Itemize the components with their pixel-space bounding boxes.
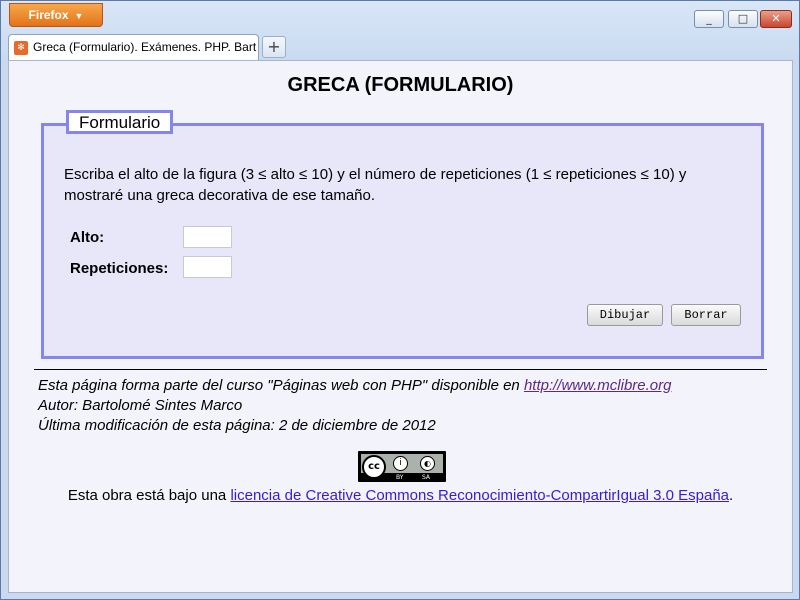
- license-link[interactable]: licencia de Creative Commons Reconocimie…: [230, 487, 729, 504]
- draw-button[interactable]: Dibujar: [587, 304, 663, 326]
- license-notice: Esta obra está bajo una licencia de Crea…: [9, 487, 792, 504]
- plus-icon: +: [267, 37, 281, 56]
- fieldset-legend: Formulario: [66, 110, 174, 134]
- course-info: Esta página forma parte del curso "Págin…: [38, 377, 671, 394]
- favicon-icon: ✻: [14, 41, 28, 55]
- repeticiones-input[interactable]: [183, 256, 232, 278]
- form-instructions: Escriba el alto de la figura (3 ≤ alto ≤…: [64, 166, 687, 204]
- cc-icon: cc: [362, 455, 386, 479]
- close-icon: ✕: [771, 12, 781, 25]
- new-tab-button[interactable]: +: [262, 36, 286, 58]
- reset-button[interactable]: Borrar: [671, 304, 741, 326]
- maximize-button[interactable]: □: [728, 10, 758, 28]
- alto-label: Alto:: [70, 229, 105, 246]
- browser-tab[interactable]: ✻ Greca (Formulario). Exámenes. PHP. Bar…: [8, 34, 259, 60]
- form-fieldset: Formulario Escriba el alto de la figura …: [41, 110, 764, 359]
- sa-label: SA: [422, 474, 431, 481]
- maximize-icon: □: [737, 12, 749, 25]
- repeticiones-label: Repeticiones:: [70, 260, 169, 277]
- attribution-icon: i: [393, 456, 408, 471]
- firefox-menu-label: Firefox: [28, 8, 69, 22]
- page-title: GRECA (FORMULARIO): [287, 74, 514, 96]
- alto-input[interactable]: [183, 226, 232, 248]
- share-alike-icon: ◐: [420, 456, 435, 471]
- browser-window: Firefox ▼ _ □ ✕ ✻ Greca (Formulario). Exá…: [0, 0, 800, 600]
- tab-title: Greca (Formulario). Exámenes. PHP. Bart…: [33, 40, 257, 54]
- divider: [34, 369, 767, 370]
- creative-commons-badge[interactable]: cc i ◐ BY SA: [358, 451, 446, 482]
- by-label: BY: [396, 474, 404, 481]
- author-line: Autor: Bartolomé Sintes Marco: [38, 397, 243, 414]
- course-info-text: Esta página forma parte del curso "Págin…: [38, 377, 524, 394]
- firefox-menu-button[interactable]: Firefox ▼: [9, 3, 103, 27]
- mclibre-link[interactable]: http://www.mclibre.org: [524, 377, 672, 394]
- minimize-button[interactable]: _: [694, 10, 724, 28]
- license-suffix: .: [729, 487, 734, 504]
- page-content: GRECA (FORMULARIO) Formulario Escriba el…: [8, 60, 793, 593]
- dropdown-arrow-icon: ▼: [74, 11, 84, 21]
- last-modified-line: Última modificación de esta página: 2 de…: [38, 417, 436, 434]
- minimize-icon: _: [706, 12, 712, 25]
- close-window-button[interactable]: ✕: [760, 10, 792, 28]
- license-prefix: Esta obra está bajo una: [67, 487, 231, 504]
